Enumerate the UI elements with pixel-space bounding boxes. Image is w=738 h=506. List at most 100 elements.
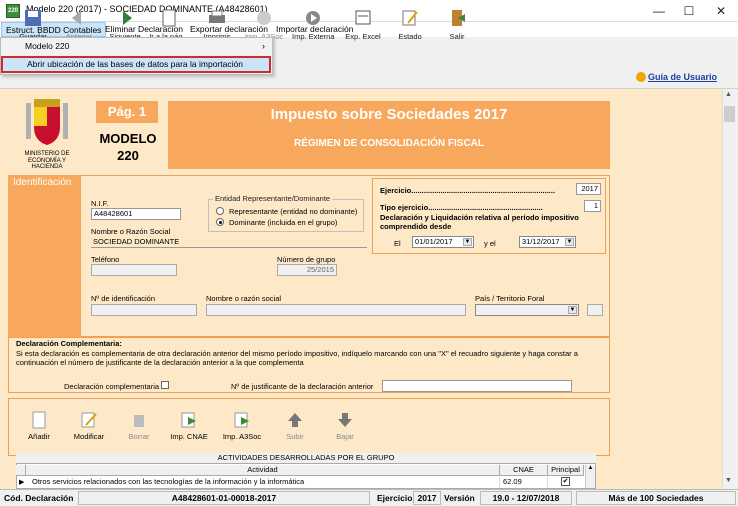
vertical-scrollbar[interactable] bbox=[722, 89, 738, 489]
dropdown-arrow-icon: ▼ bbox=[463, 238, 472, 246]
spain-coat-of-arms-icon bbox=[26, 99, 68, 145]
nif-label: N.I.F. bbox=[91, 199, 109, 208]
imp-cnae-button[interactable]: Imp. CNAE bbox=[166, 411, 212, 441]
ejercicio-field[interactable]: 2017 bbox=[576, 183, 601, 195]
minimize-button[interactable]: — bbox=[644, 0, 674, 22]
imp-a3soc-activity-button[interactable]: Imp. A3Soc bbox=[219, 411, 265, 441]
identificacion-side-band bbox=[8, 175, 81, 337]
cod-declaracion-value: A48428601-01-00018-2017 bbox=[78, 491, 370, 505]
estado-button[interactable]: Estado bbox=[389, 8, 431, 41]
column-cnae[interactable]: CNAE bbox=[500, 465, 548, 476]
modificar-button[interactable]: Modificar bbox=[66, 411, 112, 441]
goto-page-icon bbox=[162, 9, 176, 27]
form-subtitle: RÉGIMEN DE CONSOLIDACIÓN FISCAL bbox=[293, 138, 484, 149]
numero-grupo-field[interactable]: 25/2015 bbox=[277, 264, 337, 276]
radio-dominante[interactable] bbox=[216, 218, 224, 226]
nombre-razon-field[interactable] bbox=[206, 304, 466, 316]
exp-excel-button[interactable]: Exp. Excel bbox=[342, 8, 384, 41]
printer-icon bbox=[209, 10, 225, 23]
arrow-up-icon bbox=[288, 413, 302, 427]
anadir-button[interactable]: Añadir bbox=[16, 411, 62, 441]
arrow-right-icon bbox=[123, 11, 132, 25]
scroll-thumb[interactable] bbox=[724, 106, 735, 122]
justificante-field[interactable] bbox=[382, 380, 572, 392]
import-external-icon bbox=[306, 11, 320, 25]
radio-dominante-label: Dominante (incluida en el grupo) bbox=[229, 218, 338, 227]
num-identificacion-field[interactable] bbox=[91, 304, 197, 316]
scroll-up-arrow-icon[interactable]: ▲ bbox=[725, 91, 732, 98]
pais-select[interactable]: ▼ bbox=[475, 304, 579, 316]
salir-button[interactable]: Salir bbox=[436, 8, 478, 41]
column-principal[interactable]: Principal bbox=[548, 465, 584, 476]
help-icon bbox=[636, 72, 646, 82]
cod-declaracion-label: Cód. Declaración bbox=[4, 493, 74, 503]
close-button[interactable]: ✕ bbox=[706, 0, 736, 22]
exit-door-icon bbox=[452, 10, 465, 26]
grid-scrollbar[interactable]: ▲ bbox=[585, 465, 595, 488]
pais-code-field[interactable] bbox=[587, 304, 603, 316]
tipo-ejercicio-label: Tipo ejercicio..........................… bbox=[380, 203, 543, 212]
complementaria-title: Declaración Complementaria: bbox=[16, 339, 122, 348]
subir-button[interactable]: Subir bbox=[272, 411, 318, 441]
status-icon bbox=[402, 10, 418, 26]
borrar-button[interactable]: Borrar bbox=[116, 411, 162, 441]
y-el-label: y el bbox=[484, 239, 496, 248]
column-actividad[interactable]: Actividad bbox=[26, 465, 500, 476]
submenu-arrow-icon: › bbox=[262, 41, 265, 51]
status-sociedades: Más de 100 Sociedades bbox=[576, 491, 736, 505]
excel-icon bbox=[355, 10, 371, 25]
complementaria-text: Si esta declaración es complementaria de… bbox=[16, 349, 578, 367]
imp-externa-button[interactable]: Imp. Externa bbox=[292, 8, 335, 41]
save-icon bbox=[25, 10, 41, 26]
telefono-label: Teléfono bbox=[91, 255, 120, 264]
nif-field[interactable]: A48428601 bbox=[91, 208, 181, 220]
complementaria-checkbox[interactable] bbox=[161, 381, 169, 389]
actividades-grid-title: ACTIVIDADES DESARROLLADAS POR EL GRUPO bbox=[16, 453, 596, 464]
radio-representante[interactable] bbox=[216, 207, 224, 215]
complementaria-check-label: Declaración complementaria bbox=[64, 382, 160, 391]
el-label: El bbox=[394, 239, 401, 248]
table-row-actividad[interactable]: Otros servicios relacionados con las tec… bbox=[29, 477, 500, 488]
dropdown-item-abrir-ubicacion[interactable]: Abrir ubicación de las bases de datos pa… bbox=[1, 56, 271, 73]
status-ejercicio-value: 2017 bbox=[413, 491, 441, 505]
import-a3soc-icon bbox=[234, 412, 249, 428]
add-document-icon bbox=[32, 411, 46, 429]
ejercicio-label: Ejercicio...............................… bbox=[380, 186, 556, 195]
numero-grupo-label: Número de grupo bbox=[277, 255, 336, 264]
form-title: Impuesto sobre Sociedades 2017 bbox=[270, 106, 508, 123]
arrow-left-icon bbox=[72, 11, 81, 25]
nombre-razon-label: Nombre o razón social bbox=[206, 294, 282, 303]
telefono-field[interactable] bbox=[91, 264, 177, 276]
status-version-label: Versión bbox=[444, 493, 475, 503]
fecha-hasta-select[interactable]: 31/12/2017 ▼ bbox=[519, 236, 576, 248]
num-identificacion-label: Nº de identificación bbox=[91, 294, 156, 303]
justificante-label: Nº de justificante de la declaración ant… bbox=[231, 382, 374, 391]
scroll-down-arrow-icon[interactable]: ▼ bbox=[725, 477, 732, 484]
fecha-desde-select[interactable]: 01/01/2017 ▼ bbox=[412, 236, 474, 248]
razon-social-field[interactable]: SOCIEDAD DOMINANTE bbox=[91, 236, 367, 248]
dropdown-arrow-icon: ▼ bbox=[565, 238, 574, 246]
grid-row-header bbox=[16, 465, 26, 476]
principal-checkbox[interactable]: ✔ bbox=[561, 477, 570, 486]
maximize-button[interactable]: ☐ bbox=[674, 0, 704, 22]
entidad-legend: Entidad Representante/Dominante bbox=[213, 194, 333, 203]
delete-icon bbox=[134, 415, 144, 427]
identificacion-label: Identificación bbox=[13, 177, 72, 188]
status-ejercicio-label: Ejercicio bbox=[377, 493, 413, 503]
periodo-label: Declaración y Liquidación relativa al pe… bbox=[380, 213, 579, 231]
user-guide-link[interactable]: Guía de Usuario bbox=[648, 72, 717, 82]
radio-representante-label: Representante (entidad no dominante) bbox=[229, 207, 358, 216]
row-selector-icon: ▶ bbox=[19, 479, 25, 486]
import-a3soc-icon bbox=[257, 11, 271, 25]
status-version-value: 19.0 - 12/07/2018 bbox=[480, 491, 572, 505]
bajar-button[interactable]: Bajar bbox=[322, 411, 368, 441]
dropdown-item-modelo-220[interactable]: Modelo 220 › bbox=[1, 38, 271, 55]
pais-label: País / Territorio Foral bbox=[475, 294, 545, 303]
edit-icon bbox=[81, 412, 97, 428]
table-row-cnae[interactable]: 62.09 bbox=[500, 477, 548, 488]
modelo-label: MODELO 220 bbox=[99, 131, 157, 163]
ministry-label: MINISTERIO DE ECONOMÍA Y HACIENDA bbox=[24, 151, 70, 170]
tipo-ejercicio-field[interactable]: 1 bbox=[584, 200, 601, 212]
dropdown-arrow-icon: ▼ bbox=[568, 306, 577, 314]
page-indicator: Pág. 1 bbox=[96, 101, 158, 123]
